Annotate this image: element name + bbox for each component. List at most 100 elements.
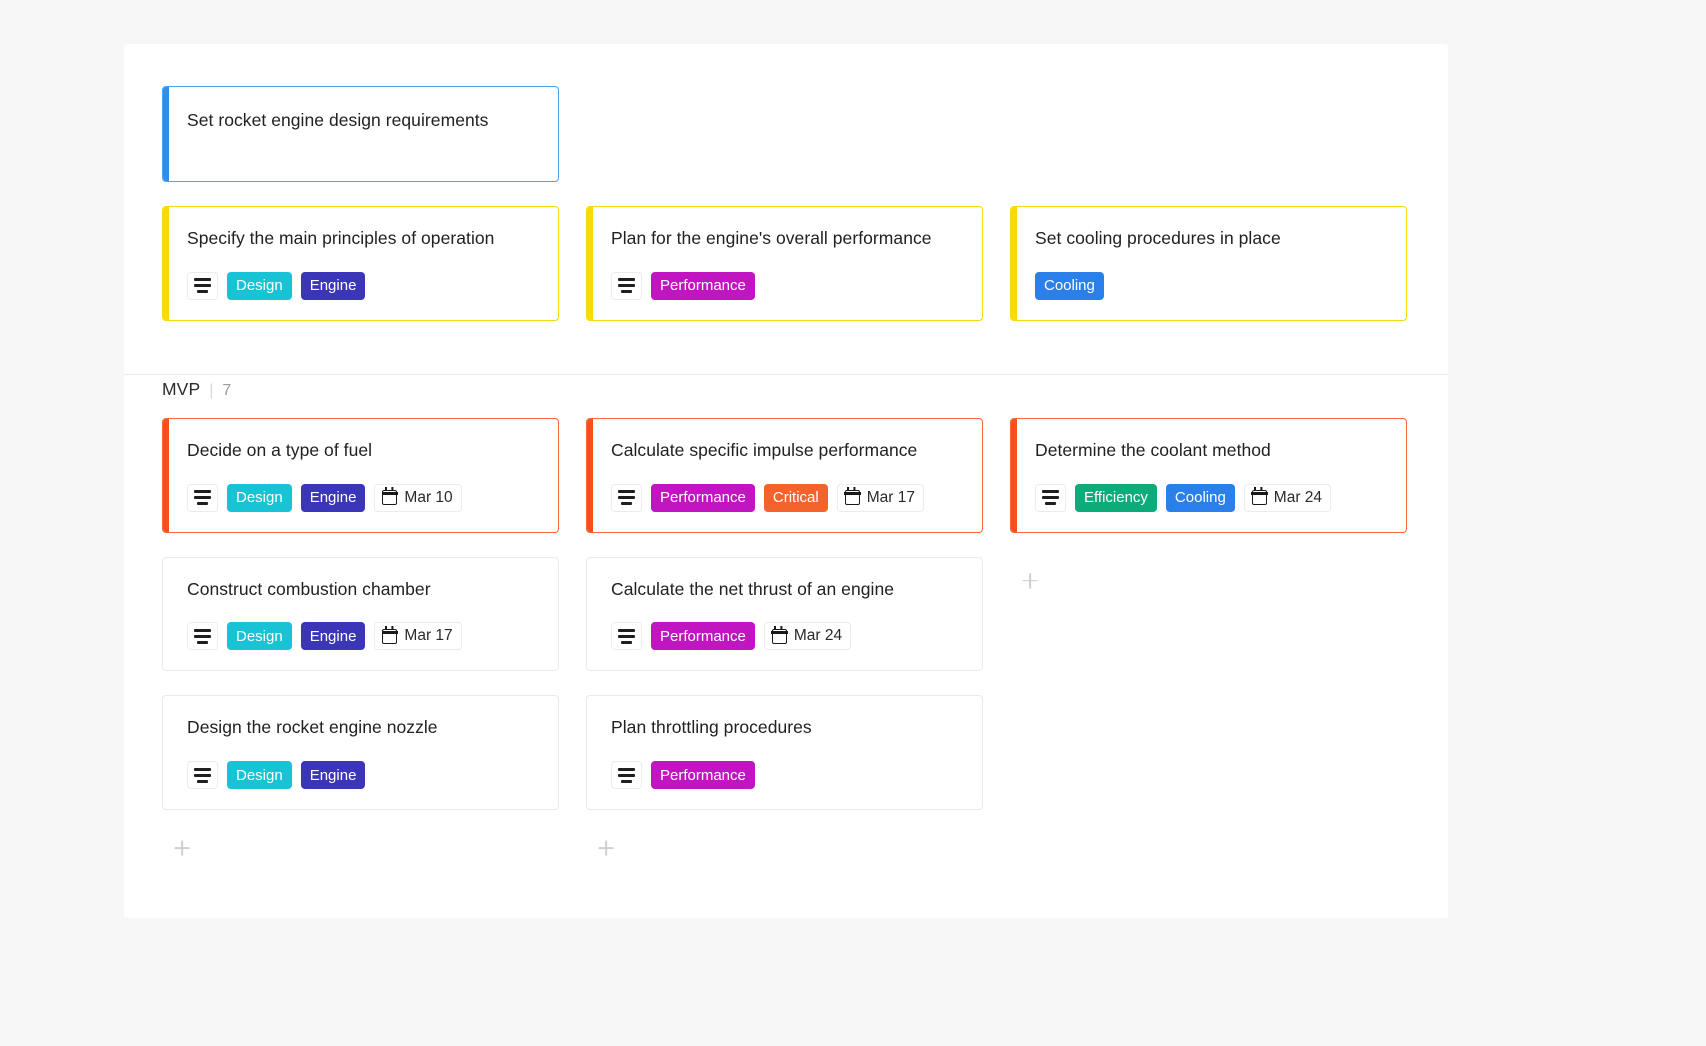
mvp-column-2: Calculate specific impulse performance P…	[586, 417, 983, 862]
card-title: Design the rocket engine nozzle	[187, 717, 438, 738]
top-column-1: Set rocket engine design requirements	[162, 86, 559, 206]
task-card[interactable]: Calculate the net thrust of an engine Pe…	[586, 556, 983, 672]
description-icon	[611, 483, 642, 512]
card-title: Specify the main principles of operation	[187, 228, 495, 248]
mvp-columns: Decide on a type of fuel Design Engine M…	[162, 417, 1410, 862]
card-accent-bar	[587, 206, 593, 320]
card-accent-bar	[163, 418, 169, 532]
tag-chip[interactable]: Performance	[651, 761, 755, 789]
tag-chip[interactable]: Design	[227, 622, 292, 651]
card-meta: Design Engine Mar 10	[187, 483, 536, 512]
due-date-label: Mar 10	[404, 488, 453, 506]
board-page: Set rocket engine design requirements Sp…	[0, 0, 1706, 1046]
description-icon	[187, 271, 218, 300]
top-card-row: Specify the main principles of operation…	[162, 206, 1410, 345]
card-meta: Design Engine Mar 17	[187, 622, 536, 651]
tag-chip[interactable]: Cooling	[1035, 271, 1104, 300]
card-title: Calculate specific impulse performance	[611, 439, 918, 460]
card-meta: Cooling	[1035, 271, 1384, 300]
due-date-chip[interactable]: Mar 24	[763, 622, 852, 651]
calendar-icon	[1250, 486, 1268, 505]
task-card[interactable]: Calculate specific impulse performance P…	[586, 417, 983, 533]
task-card[interactable]: Determine the coolant method Efficiency …	[1010, 417, 1407, 533]
calendar-icon	[381, 625, 399, 644]
card-title: Set cooling procedures in place	[1035, 228, 1281, 248]
tag-chip[interactable]: Engine	[300, 271, 366, 300]
due-date-chip[interactable]: Mar 24	[1243, 483, 1332, 512]
mvp-section-header: MVP | 7	[162, 345, 1410, 418]
tag-chip[interactable]: Efficiency	[1075, 483, 1157, 512]
card-title: Construct combustion chamber	[187, 578, 431, 599]
card-title: Set rocket engine design requirements	[187, 110, 489, 130]
add-card-button[interactable]	[1016, 567, 1044, 595]
card-title: Determine the coolant method	[1035, 439, 1271, 460]
card-accent-bar	[1011, 418, 1017, 532]
card-accent-bar	[163, 87, 169, 181]
task-card[interactable]: Design the rocket engine nozzle Design E…	[162, 695, 559, 810]
task-card[interactable]: Decide on a type of fuel Design Engine M…	[162, 417, 559, 533]
due-date-label: Mar 24	[1273, 488, 1323, 506]
card-title: Calculate the net thrust of an engine	[611, 578, 895, 599]
calendar-icon	[381, 486, 399, 505]
task-card[interactable]: Set rocket engine design requirements	[162, 86, 559, 182]
due-date-label: Mar 17	[404, 627, 453, 645]
task-card[interactable]: Set cooling procedures in place Cooling	[1010, 206, 1407, 321]
due-date-chip[interactable]: Mar 17	[374, 622, 462, 651]
top-section: Set rocket engine design requirements Sp…	[124, 44, 1448, 345]
mvp-section: MVP | 7 Decide on a type of fuel Design …	[124, 345, 1448, 862]
description-icon	[611, 622, 642, 651]
top-lead-row: Set rocket engine design requirements	[162, 86, 1410, 206]
top-column-3: Set cooling procedures in place Cooling	[1010, 206, 1407, 345]
section-count: 7	[222, 381, 232, 399]
description-icon	[611, 761, 642, 789]
card-accent-bar	[587, 418, 593, 532]
tag-chip[interactable]: Performance	[651, 483, 755, 512]
task-card[interactable]: Specify the main principles of operation…	[162, 206, 559, 321]
tag-chip[interactable]: Design	[227, 483, 292, 512]
description-icon	[1035, 483, 1066, 512]
tag-chip[interactable]: Engine	[300, 622, 366, 651]
due-date-chip[interactable]: Mar 10	[374, 483, 462, 512]
tag-chip[interactable]: Performance	[651, 622, 755, 651]
due-date-label: Mar 24	[793, 627, 843, 645]
tag-chip[interactable]: Engine	[300, 761, 366, 789]
due-date-chip[interactable]: Mar 17	[836, 483, 924, 512]
task-card[interactable]: Plan throttling procedures Performance	[586, 695, 983, 810]
card-meta: Performance	[611, 761, 960, 789]
description-icon	[187, 483, 218, 512]
card-meta: Design Engine	[187, 271, 536, 300]
card-title: Plan throttling procedures	[611, 717, 812, 738]
card-accent-bar	[163, 206, 169, 320]
description-icon	[611, 271, 642, 300]
add-card-button[interactable]	[168, 834, 196, 862]
task-card[interactable]: Construct combustion chamber Design Engi…	[162, 556, 559, 672]
add-card-button[interactable]	[592, 834, 620, 862]
calendar-icon	[843, 486, 861, 505]
card-meta: Design Engine	[187, 761, 536, 789]
card-title: Plan for the engine's overall performanc…	[611, 228, 932, 248]
due-date-label: Mar 17	[866, 488, 915, 506]
tag-chip[interactable]: Design	[227, 271, 292, 300]
board-panel: Set rocket engine design requirements Sp…	[124, 44, 1448, 918]
tag-chip[interactable]: Critical	[763, 483, 828, 512]
calendar-icon	[771, 625, 788, 644]
tag-chip[interactable]: Engine	[300, 483, 366, 512]
tag-chip[interactable]: Design	[227, 761, 292, 789]
card-title: Decide on a type of fuel	[187, 439, 373, 460]
section-title: MVP	[162, 378, 201, 399]
card-meta: Performance	[611, 271, 960, 300]
card-accent-bar	[1011, 206, 1017, 320]
card-meta: Performance Critical Mar 17	[611, 483, 960, 512]
mvp-column-3: Determine the coolant method Efficiency …	[1010, 417, 1407, 862]
description-icon	[187, 622, 218, 651]
mvp-column-1: Decide on a type of fuel Design Engine M…	[162, 417, 559, 862]
description-icon	[187, 761, 218, 789]
section-separator: |	[209, 381, 214, 399]
top-column-2: Plan for the engine's overall performanc…	[586, 206, 983, 345]
task-card[interactable]: Plan for the engine's overall performanc…	[586, 206, 983, 321]
tag-chip[interactable]: Performance	[651, 271, 755, 300]
card-meta: Performance Mar 24	[611, 622, 960, 651]
card-meta: Efficiency Cooling Mar 24	[1035, 483, 1384, 512]
tag-chip[interactable]: Cooling	[1165, 483, 1235, 512]
top-column-1: Specify the main principles of operation…	[162, 206, 559, 345]
